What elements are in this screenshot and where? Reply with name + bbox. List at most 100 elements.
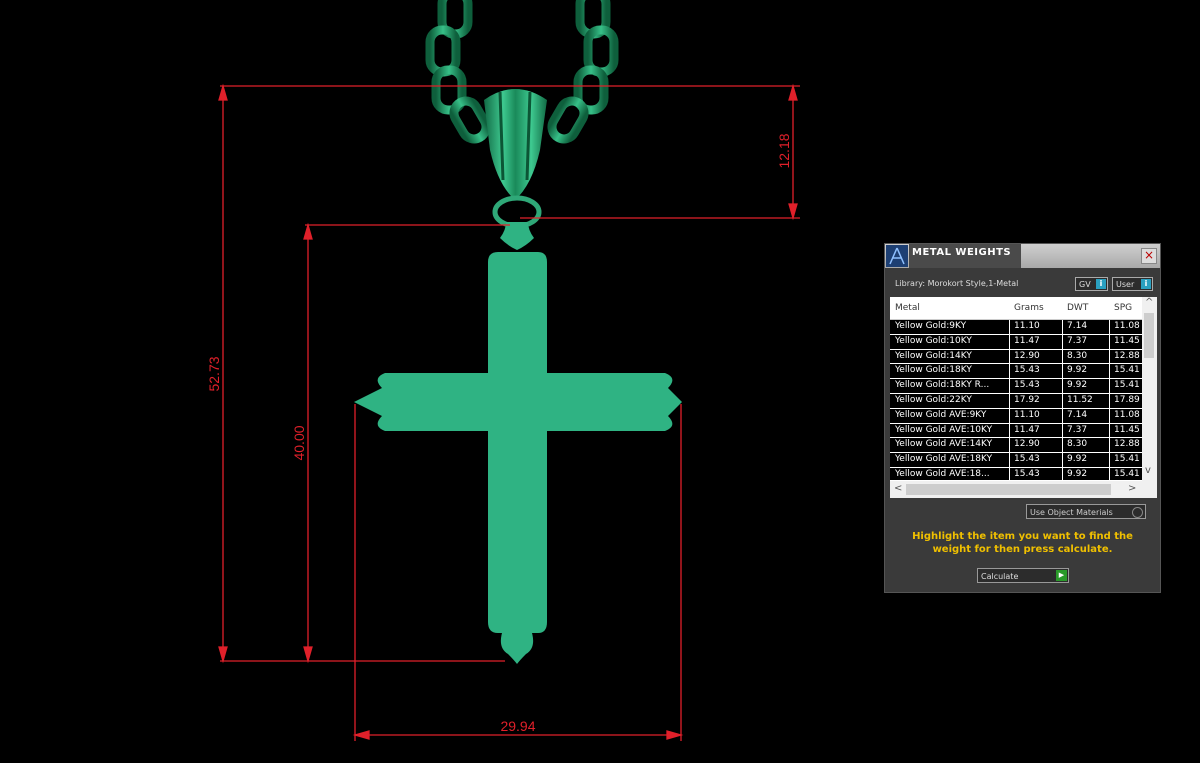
cell-divider	[1062, 453, 1063, 468]
table-header: Metal Grams DWT SPG	[890, 297, 1142, 320]
table-row[interactable]: Yellow Gold:10KY 11.47 7.37 11.45	[890, 334, 1142, 350]
cell-divider	[1062, 379, 1063, 394]
vertical-scrollbar[interactable]: ^ v	[1142, 297, 1157, 481]
cell-divider	[1062, 320, 1063, 335]
table-cell: 7.14	[1067, 321, 1088, 331]
table-row[interactable]: Yellow Gold AVE:14KY 12.90 8.30 12.88	[890, 438, 1142, 454]
table-cell: 11.45	[1114, 424, 1140, 435]
metal-table: Metal Grams DWT SPG Yellow Gold:9KY 11.10…	[890, 297, 1157, 498]
table-cell: 11.08	[1114, 409, 1140, 420]
table-cell: 11.47	[1014, 335, 1040, 346]
dimension-bail-height: 12.18	[776, 133, 792, 168]
dimension-cross-width: 29.94	[500, 718, 535, 734]
table-cell: 12.88	[1114, 350, 1140, 361]
scroll-left-icon[interactable]: <	[894, 483, 902, 494]
cell-divider	[1009, 379, 1010, 394]
table-body: Yellow Gold:9KY 11.10 7.14 11.08 Yellow Gold…	[890, 320, 1142, 480]
info-icon: i	[1141, 279, 1151, 289]
table-cell: Yellow Gold:10KY	[895, 335, 972, 346]
cell-divider	[1062, 438, 1063, 454]
cell-divider	[1009, 394, 1010, 409]
table-row[interactable]: Yellow Gold AVE:9KY 11.10 7.14 11.08	[890, 408, 1142, 424]
table-cell: Yellow Gold:18KY	[895, 365, 972, 376]
cell-divider	[1062, 423, 1063, 439]
scroll-right-icon[interactable]: >	[1128, 483, 1136, 494]
table-cell: 9.92	[1067, 469, 1088, 479]
table-cell: 12.88	[1114, 439, 1140, 450]
cell-divider	[1009, 349, 1010, 365]
table-cell: 9.92	[1067, 365, 1088, 376]
table-row[interactable]: Yellow Gold:22KY 17.92 11.52 17.89	[890, 394, 1142, 409]
table-cell: 15.43	[1014, 469, 1040, 479]
app-logo-icon	[886, 245, 908, 267]
panel-title: METAL WEIGHTS	[912, 247, 1012, 258]
cross-pendant[interactable]	[354, 222, 682, 664]
table-cell: 11.52	[1067, 395, 1093, 405]
column-header-grams[interactable]: Grams	[1014, 303, 1044, 313]
table-cell: 8.30	[1067, 439, 1088, 450]
table-cell: Yellow Gold:18KY R...	[895, 380, 990, 391]
cell-divider	[1109, 349, 1110, 365]
gv-toggle[interactable]: GV i	[1075, 277, 1108, 291]
scroll-down-icon[interactable]: v	[1145, 465, 1151, 476]
use-object-materials-option[interactable]: Use Object Materials	[1026, 504, 1146, 519]
table-cell: 11.45	[1114, 335, 1140, 346]
play-icon[interactable]: ▶	[1056, 570, 1067, 581]
table-cell: 8.30	[1067, 350, 1088, 361]
dimension-cross-height: 40.00	[291, 425, 307, 460]
cell-divider	[1009, 438, 1010, 454]
dimension-total-height: 52.73	[206, 356, 222, 391]
horizontal-scrollbar[interactable]: < >	[890, 481, 1157, 498]
cell-divider	[1009, 453, 1010, 468]
column-header-dwt[interactable]: DWT	[1067, 303, 1088, 313]
table-cell: 15.43	[1014, 380, 1040, 391]
table-row[interactable]: Yellow Gold AVE:18KY 15.43 9.92 15.41	[890, 453, 1142, 468]
table-cell: Yellow Gold AVE:10KY	[895, 424, 993, 435]
table-cell: 11.10	[1014, 321, 1040, 331]
cell-divider	[1062, 334, 1063, 350]
cell-divider	[1109, 468, 1110, 480]
cell-divider	[1009, 334, 1010, 350]
cell-divider	[1109, 320, 1110, 335]
scroll-thumb[interactable]	[906, 484, 1111, 495]
table-cell: 12.90	[1014, 439, 1040, 450]
cell-divider	[1109, 379, 1110, 394]
table-cell: Yellow Gold:14KY	[895, 350, 972, 361]
table-cell: 12.90	[1014, 350, 1040, 361]
table-cell: 9.92	[1067, 380, 1088, 391]
cell-divider	[1062, 364, 1063, 380]
radio-icon[interactable]	[1132, 507, 1143, 518]
table-row[interactable]: Yellow Gold:9KY 11.10 7.14 11.08	[890, 320, 1142, 335]
cell-divider	[1009, 468, 1010, 480]
table-cell: 7.14	[1067, 409, 1088, 420]
use-object-materials-label: Use Object Materials	[1030, 508, 1113, 517]
scroll-thumb[interactable]	[1144, 313, 1154, 358]
calculate-button[interactable]: Calculate ▶	[977, 568, 1069, 583]
table-row[interactable]: Yellow Gold:14KY 12.90 8.30 12.88	[890, 349, 1142, 365]
scroll-up-icon[interactable]: ^	[1145, 297, 1153, 308]
close-icon[interactable]: ×	[1141, 248, 1157, 264]
user-toggle[interactable]: User i	[1112, 277, 1153, 291]
cell-divider	[1109, 423, 1110, 439]
info-icon: i	[1096, 279, 1106, 289]
cell-divider	[1109, 453, 1110, 468]
cell-divider	[1009, 320, 1010, 335]
table-cell: 15.43	[1014, 454, 1040, 465]
calculate-label: Calculate	[981, 572, 1019, 581]
table-cell: 7.37	[1067, 335, 1088, 346]
table-row[interactable]: Yellow Gold AVE:18... 15.43 9.92 15.41	[890, 468, 1142, 480]
metal-weights-panel: METAL WEIGHTS × Library: Morokort Style,…	[884, 243, 1161, 593]
table-row[interactable]: Yellow Gold AVE:10KY 11.47 7.37 11.45	[890, 423, 1142, 439]
pendant-bail[interactable]	[484, 89, 547, 229]
panel-title-bar[interactable]: METAL WEIGHTS ×	[885, 244, 1160, 268]
table-cell: Yellow Gold AVE:18KY	[895, 454, 993, 465]
table-row[interactable]: Yellow Gold:18KY R... 15.43 9.92 15.41	[890, 379, 1142, 394]
column-header-spg[interactable]: SPG	[1114, 303, 1132, 313]
table-row[interactable]: Yellow Gold:18KY 15.43 9.92 15.41	[890, 364, 1142, 380]
cell-divider	[1062, 468, 1063, 480]
cell-divider	[1062, 349, 1063, 365]
cell-divider	[1109, 438, 1110, 454]
column-header-metal[interactable]: Metal	[895, 303, 920, 313]
table-cell: Yellow Gold:9KY	[895, 321, 967, 331]
table-cell: Yellow Gold AVE:14KY	[895, 439, 993, 450]
